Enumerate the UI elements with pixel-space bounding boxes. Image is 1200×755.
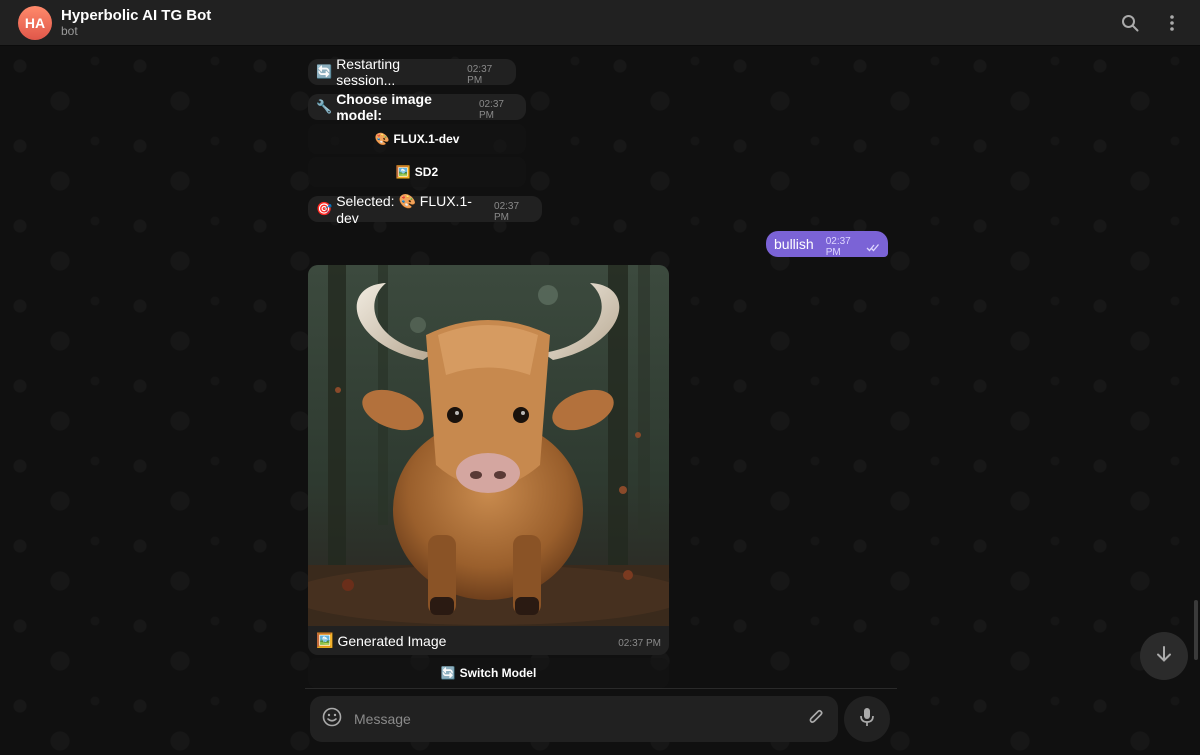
target-emoji: 🎯 [316, 201, 333, 216]
picture-emoji: 🖼️ [395, 165, 411, 179]
switch-model-button[interactable]: 🔄 Switch Model [308, 658, 669, 688]
message-restarting: 🔄 Restarting session... 02:37 PM [308, 56, 516, 88]
message-time: 02:37 PM [478, 99, 504, 121]
message-selected: 🎯 Selected: 🎨 FLUX.1-dev 02:37 PM [308, 193, 542, 226]
chat-title: Hyperbolic AI TG Bot [61, 7, 212, 24]
caption-text: Generated Image [337, 632, 447, 649]
model-button-flux[interactable]: 🎨 FLUX.1-dev [308, 124, 526, 154]
chat-header: HA Hyperbolic AI TG Bot bot [0, 0, 1200, 46]
chat-info[interactable]: Hyperbolic AI TG Bot bot [61, 7, 211, 38]
message-text: bullish [774, 236, 814, 252]
scroll-to-bottom-button[interactable] [1140, 632, 1188, 680]
button-label: Switch Model [459, 666, 537, 680]
refresh-emoji: 🔄 [440, 666, 456, 680]
message-input[interactable] [354, 711, 806, 727]
emoji-icon[interactable] [322, 707, 342, 732]
button-label: SD2 [414, 165, 439, 179]
message-composer [310, 696, 838, 742]
photo-caption: 🖼️ Generated Image 02:37 PM [308, 626, 669, 655]
search-icon[interactable] [1120, 13, 1140, 33]
message-time: 02:37 PM [467, 64, 493, 86]
message-time: 02:37 PM [618, 638, 661, 649]
voice-record-button[interactable] [844, 696, 890, 742]
message-time: 02:37 PM [825, 236, 851, 258]
avatar[interactable]: HA [18, 5, 52, 40]
message-time: 02:37 PM [494, 201, 520, 223]
chat-subtitle: bot [61, 24, 78, 38]
more-vertical-icon[interactable] [1162, 13, 1182, 33]
message-text: Choose image model: [336, 91, 432, 123]
generated-image[interactable] [308, 265, 669, 626]
message-text: Selected: 🎨 FLUX.1-dev [336, 192, 472, 226]
button-label: FLUX.1-dev [393, 132, 460, 146]
wrench-emoji: 🔧 [316, 99, 333, 114]
restart-emoji: 🔄 [316, 64, 333, 79]
message-choose-model: 🔧 Choose image model: 02:37 PM [308, 91, 526, 123]
double-check-icon [866, 239, 880, 255]
message-outgoing: bullish 02:37 PM [766, 231, 888, 258]
divider [305, 688, 897, 689]
attach-icon[interactable] [806, 707, 826, 732]
message-text: Restarting session... [336, 56, 400, 88]
mic-icon [858, 707, 876, 732]
arrow-down-icon [1155, 645, 1173, 668]
model-button-sd2[interactable]: 🖼️ SD2 [308, 157, 526, 187]
scrollbar[interactable] [1194, 600, 1198, 660]
picture-emoji: 🖼️ [316, 632, 334, 648]
palette-emoji: 🎨 [374, 132, 390, 146]
message-photo: 🖼️ Generated Image 02:37 PM [308, 265, 669, 655]
